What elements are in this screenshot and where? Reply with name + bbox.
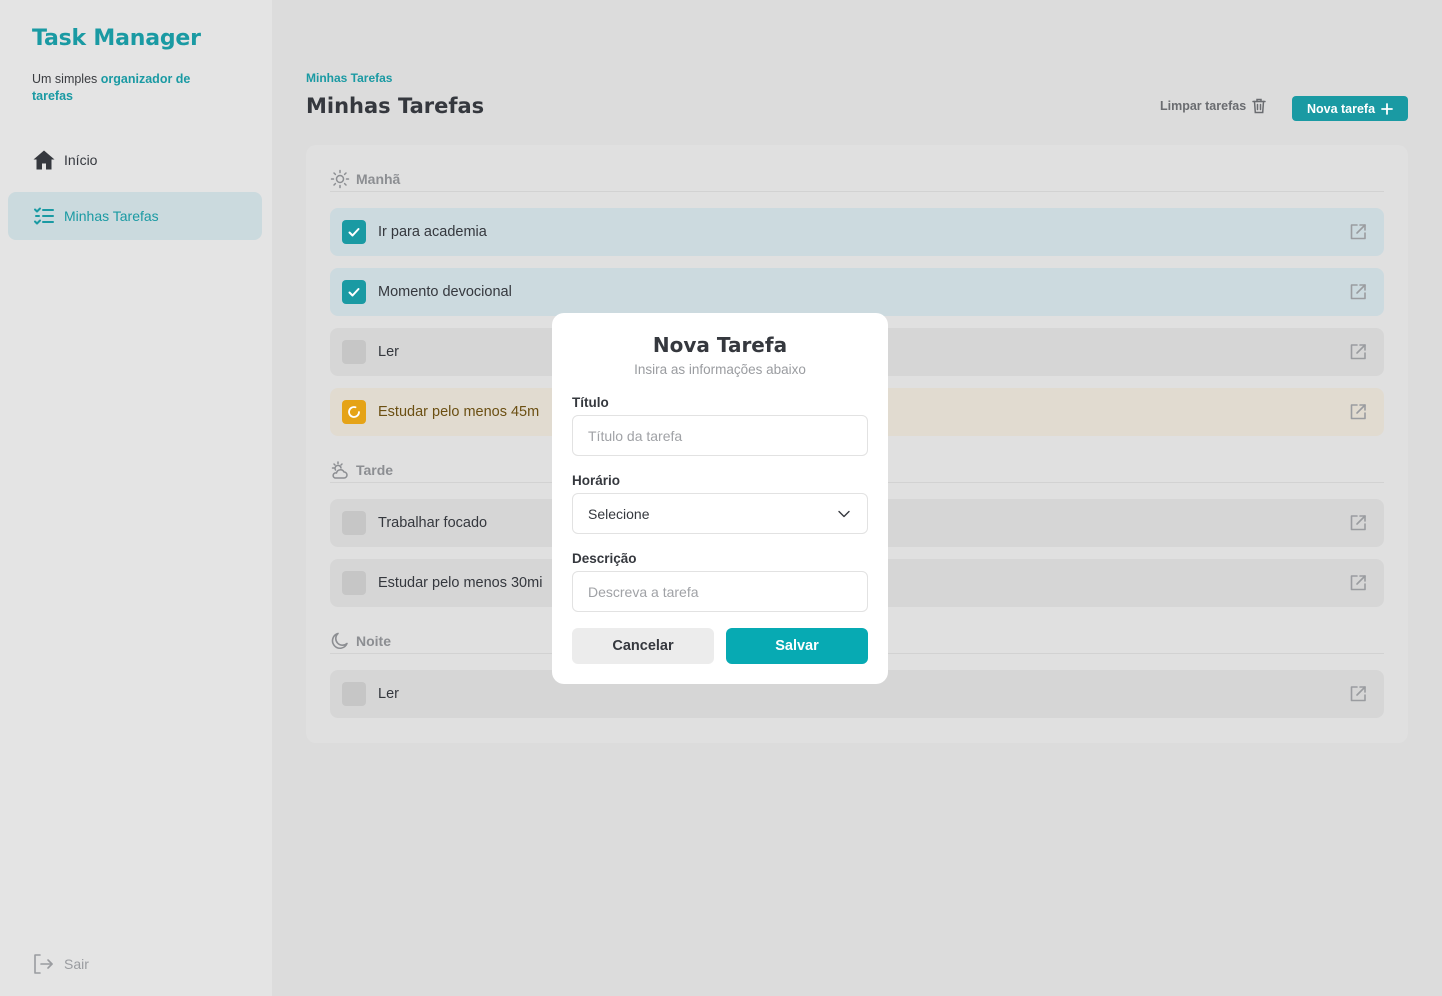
time-select[interactable]: Selecione [572, 493, 868, 534]
time-select-value: Selecione [588, 505, 650, 522]
title-input[interactable] [572, 415, 868, 456]
new-task-dialog: Nova Tarefa Insira as informações abaixo… [552, 313, 888, 684]
dialog-subtitle: Insira as informações abaixo [634, 362, 806, 377]
title-field-label: Título [572, 395, 609, 410]
chevron-down-icon [838, 510, 850, 518]
description-field-label: Descrição [572, 551, 637, 566]
save-button[interactable]: Salvar [726, 628, 868, 664]
description-input[interactable] [572, 571, 868, 612]
cancel-button[interactable]: Cancelar [572, 628, 714, 664]
dialog-title: Nova Tarefa [652, 333, 788, 357]
time-field-label: Horário [572, 473, 621, 488]
